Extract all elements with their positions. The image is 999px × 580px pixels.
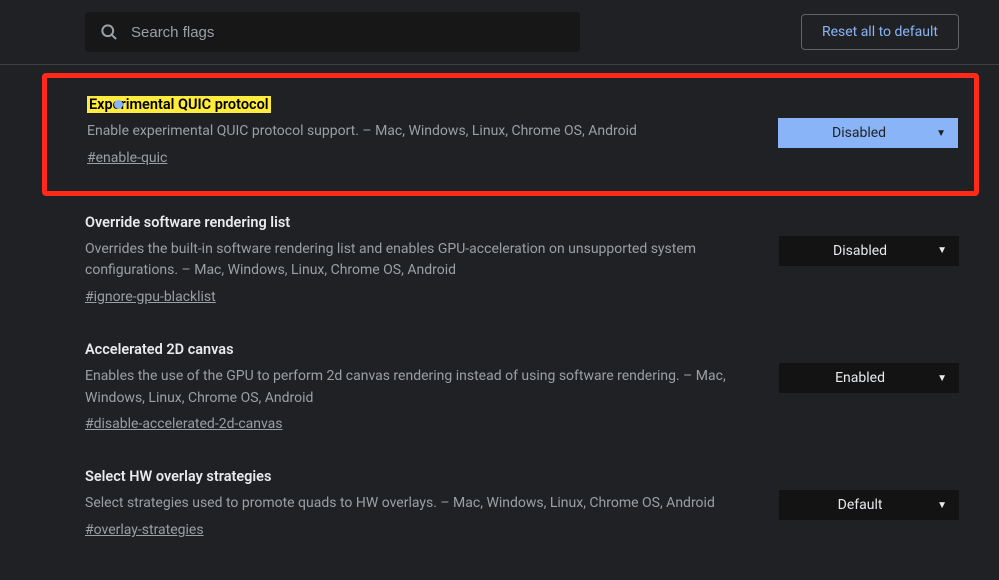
flag-hash-link[interactable]: #disable-accelerated-2d-canvas [85, 416, 283, 432]
flag-select-wrapper: Enabled ▼ [779, 363, 959, 393]
flag-description: Overrides the built-in software renderin… [85, 239, 739, 282]
select-value: Disabled [791, 243, 929, 259]
search-input[interactable] [131, 24, 566, 41]
flag-item: Select HW overlay strategies Select stra… [0, 450, 999, 556]
flag-hash-link[interactable]: #overlay-strategies [85, 522, 204, 538]
flag-title: Accelerated 2D canvas [85, 341, 234, 358]
flag-title: Select HW overlay strategies [85, 468, 271, 485]
flag-text: Accelerated 2D canvas Enables the use of… [85, 341, 739, 432]
reset-all-button[interactable]: Reset all to default [801, 14, 959, 50]
flag-description: Enables the use of the GPU to perform 2d… [85, 366, 739, 409]
flag-item: Override software rendering list Overrid… [0, 196, 999, 323]
flag-item: Accelerated 2D canvas Enables the use of… [0, 323, 999, 450]
flag-state-select[interactable]: Enabled ▼ [779, 363, 959, 393]
flag-item: Experimental QUIC protocol Enable experi… [42, 73, 979, 196]
search-icon [99, 22, 119, 42]
chevron-down-icon: ▼ [937, 373, 947, 384]
flag-description: Enable experimental QUIC protocol suppor… [87, 121, 738, 143]
search-container[interactable] [85, 12, 580, 52]
flag-state-select[interactable]: Disabled ▼ [778, 118, 958, 148]
flag-state-select[interactable]: Disabled ▼ [779, 236, 959, 266]
select-value: Default [791, 497, 929, 513]
flag-select-wrapper: Default ▼ [779, 490, 959, 520]
flag-text: Override software rendering list Overrid… [85, 214, 739, 305]
flag-hash-link[interactable]: #ignore-gpu-blacklist [85, 289, 216, 305]
flag-text: Experimental QUIC protocol Enable experi… [87, 96, 738, 166]
header: Reset all to default [0, 0, 999, 65]
modified-indicator-dot [114, 100, 123, 109]
flag-title: Override software rendering list [85, 214, 290, 231]
flag-select-wrapper: Disabled ▼ [778, 118, 958, 148]
flag-select-wrapper: Disabled ▼ [779, 236, 959, 266]
select-value: Disabled [790, 125, 928, 141]
flag-state-select[interactable]: Default ▼ [779, 490, 959, 520]
select-value: Enabled [791, 370, 929, 386]
chevron-down-icon: ▼ [937, 245, 947, 256]
chevron-down-icon: ▼ [936, 128, 946, 139]
chevron-down-icon: ▼ [937, 500, 947, 511]
flags-list: Experimental QUIC protocol Enable experi… [0, 73, 999, 556]
flag-hash-link[interactable]: #enable-quic [87, 150, 167, 166]
flag-description: Select strategies used to promote quads … [85, 493, 739, 515]
flag-text: Select HW overlay strategies Select stra… [85, 468, 739, 538]
